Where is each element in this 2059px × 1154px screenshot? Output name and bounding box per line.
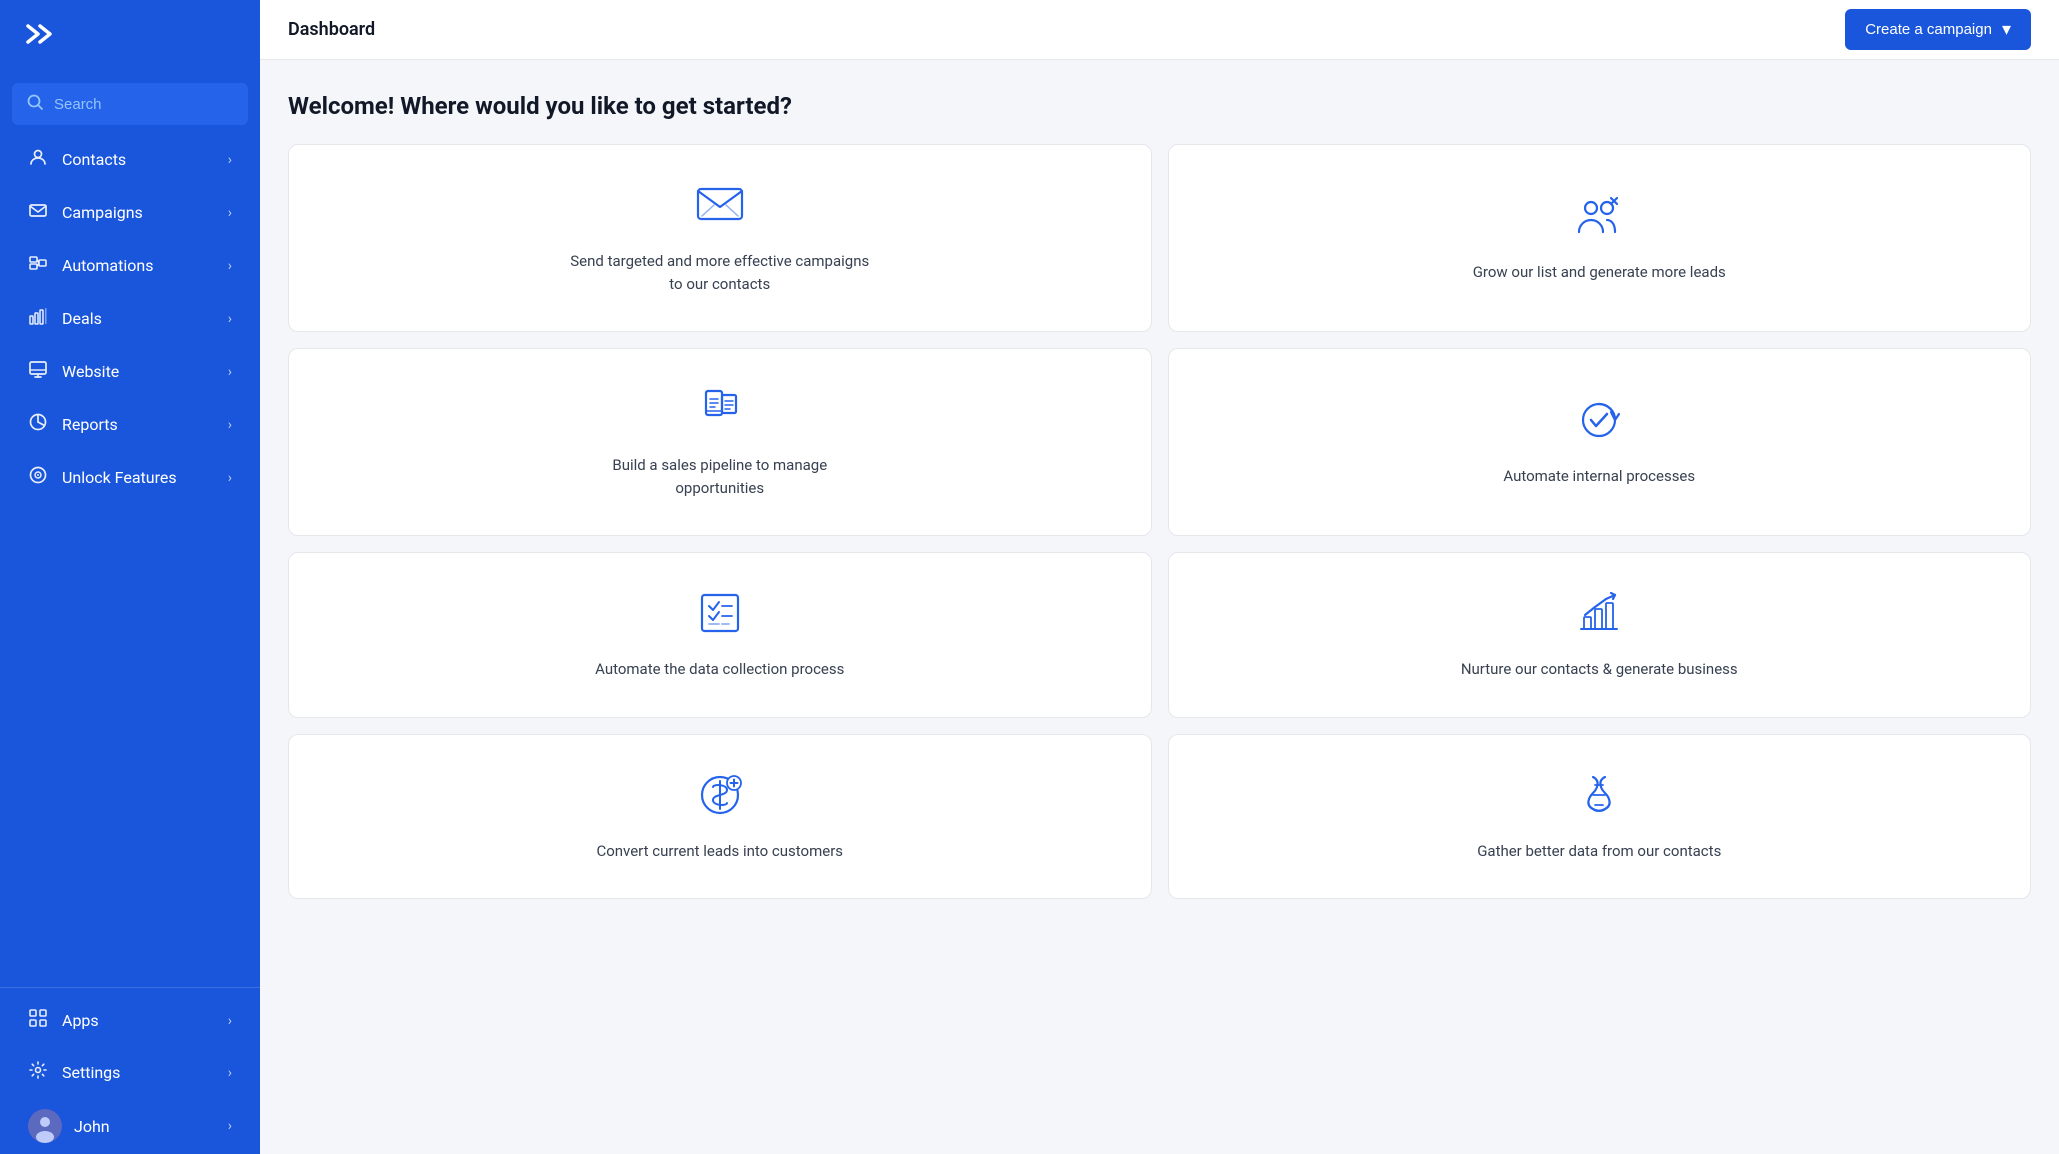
create-campaign-chevron-icon: ▾ [2002, 19, 2011, 40]
settings-icon [28, 1060, 48, 1085]
card-data[interactable]: Automate the data collection process [288, 552, 1152, 718]
card-nurture[interactable]: Nurture our contacts & generate business [1168, 552, 2032, 718]
search-bar[interactable] [12, 83, 248, 125]
reports-label: Reports [62, 415, 118, 434]
settings-chevron: › [228, 1065, 232, 1081]
website-chevron: › [228, 364, 232, 380]
card-data-text: Automate the data collection process [595, 658, 844, 681]
campaigns-icon [28, 200, 48, 225]
user-name: John [74, 1117, 110, 1136]
logo-icon [24, 18, 56, 57]
sidebar-bottom: Apps › Settings › [0, 987, 260, 1154]
settings-label: Settings [62, 1063, 120, 1082]
card-pipeline[interactable]: Build a sales pipeline to manage opportu… [288, 348, 1152, 536]
reports-chevron: › [228, 417, 232, 433]
apps-label: Apps [62, 1011, 99, 1030]
topbar: Dashboard Create a campaign ▾ [260, 0, 2059, 60]
card-leads-text: Grow our list and generate more leads [1473, 261, 1726, 284]
deals-icon [28, 306, 48, 331]
nurture-icon [1573, 589, 1625, 644]
automations-icon [28, 253, 48, 278]
search-icon [26, 93, 44, 115]
card-pipeline-text: Build a sales pipeline to manage opportu… [570, 454, 870, 499]
contacts-chevron: › [228, 152, 232, 168]
convert-icon [694, 771, 746, 826]
campaigns-label: Campaigns [62, 203, 143, 222]
card-nurture-text: Nurture our contacts & generate business [1461, 658, 1738, 681]
sidebar-item-contacts[interactable]: Contacts › [8, 134, 252, 185]
main-content: Dashboard Create a campaign ▾ Welcome! W… [260, 0, 2059, 1154]
card-convert[interactable]: Convert current leads into customers [288, 734, 1152, 900]
unlock-features-label: Unlock Features [62, 468, 177, 487]
data-icon [694, 589, 746, 644]
campaigns-chevron: › [228, 205, 232, 221]
website-label: Website [62, 362, 119, 381]
card-gather[interactable]: Gather better data from our contacts [1168, 734, 2032, 900]
user-chevron: › [228, 1118, 232, 1134]
leads-icon [1573, 192, 1625, 247]
pipeline-icon [694, 385, 746, 440]
create-campaign-button[interactable]: Create a campaign ▾ [1845, 9, 2031, 50]
website-icon [28, 359, 48, 384]
deals-chevron: › [228, 311, 232, 327]
cards-grid: Send targeted and more effective campaig… [288, 144, 2031, 899]
automations-label: Automations [62, 256, 153, 275]
page-title: Dashboard [288, 19, 375, 40]
sidebar-item-website[interactable]: Website › [8, 346, 252, 397]
sidebar-item-settings[interactable]: Settings › [8, 1047, 252, 1098]
sidebar-item-unlock-features[interactable]: Unlock Features › [8, 452, 252, 503]
gather-icon [1573, 771, 1625, 826]
automations-chevron: › [228, 258, 232, 274]
card-convert-text: Convert current leads into customers [596, 840, 843, 863]
user-profile-item[interactable]: John › [8, 1099, 252, 1153]
sidebar-item-apps[interactable]: Apps › [8, 995, 252, 1046]
sidebar-item-deals[interactable]: Deals › [8, 293, 252, 344]
sidebar-item-reports[interactable]: Reports › [8, 399, 252, 450]
apps-icon [28, 1008, 48, 1033]
contacts-label: Contacts [62, 150, 126, 169]
contacts-icon [28, 147, 48, 172]
card-leads[interactable]: Grow our list and generate more leads [1168, 144, 2032, 332]
sidebar: Contacts › Campaigns › [0, 0, 260, 1154]
logo[interactable] [0, 0, 260, 75]
deals-label: Deals [62, 309, 102, 328]
unlock-features-chevron: › [228, 470, 232, 486]
sidebar-item-campaigns[interactable]: Campaigns › [8, 187, 252, 238]
search-input[interactable] [54, 96, 234, 113]
unlock-icon [28, 465, 48, 490]
card-gather-text: Gather better data from our contacts [1477, 840, 1721, 863]
dashboard-content: Welcome! Where would you like to get sta… [260, 60, 2059, 931]
card-campaigns[interactable]: Send targeted and more effective campaig… [288, 144, 1152, 332]
email-icon [694, 181, 746, 236]
apps-chevron: › [228, 1013, 232, 1029]
card-automate-text: Automate internal processes [1503, 465, 1695, 488]
reports-icon [28, 412, 48, 437]
avatar [28, 1109, 62, 1143]
sidebar-item-automations[interactable]: Automations › [8, 240, 252, 291]
create-campaign-label: Create a campaign [1865, 21, 1992, 38]
welcome-title: Welcome! Where would you like to get sta… [288, 92, 2031, 120]
card-campaigns-text: Send targeted and more effective campaig… [570, 250, 870, 295]
automate-icon [1573, 396, 1625, 451]
card-automate[interactable]: Automate internal processes [1168, 348, 2032, 536]
